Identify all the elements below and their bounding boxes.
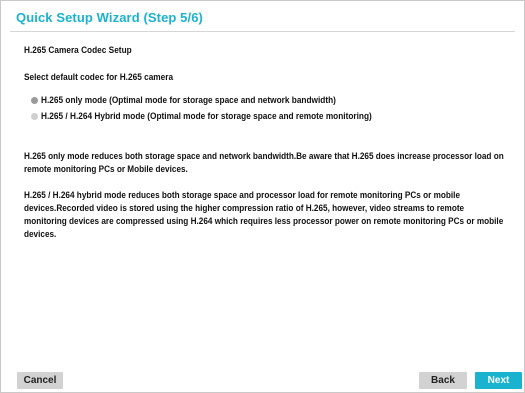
- next-button[interactable]: Next: [475, 372, 522, 389]
- hybrid-mode-description: H.265 / H.264 hybrid mode reduces both s…: [24, 190, 504, 239]
- radio-hybrid-mode[interactable]: H.265 / H.264 Hybrid mode (Optimal mode …: [31, 111, 401, 121]
- codec-select-label: Select default codec for H.265 camera: [24, 72, 174, 82]
- title-divider: [10, 31, 515, 32]
- cancel-button[interactable]: Cancel: [17, 372, 63, 389]
- h265-only-description: H.265 only mode reduces both storage spa…: [24, 151, 504, 174]
- section-heading: H.265 Camera Codec Setup: [24, 45, 132, 55]
- radio-hybrid-mode-label: H.265 / H.264 Hybrid mode (Optimal mode …: [41, 111, 372, 121]
- radio-unselected-icon[interactable]: [31, 112, 38, 120]
- wizard-dialog: Quick Setup Wizard (Step 5/6) H.265 Came…: [0, 0, 525, 393]
- radio-h265-only-label: H.265 only mode (Optimal mode for storag…: [41, 95, 336, 105]
- back-button[interactable]: Back: [419, 372, 467, 389]
- radio-selected-icon[interactable]: [31, 96, 38, 104]
- radio-h265-only[interactable]: H.265 only mode (Optimal mode for storag…: [31, 95, 362, 105]
- wizard-title: Quick Setup Wizard (Step 5/6): [16, 10, 203, 25]
